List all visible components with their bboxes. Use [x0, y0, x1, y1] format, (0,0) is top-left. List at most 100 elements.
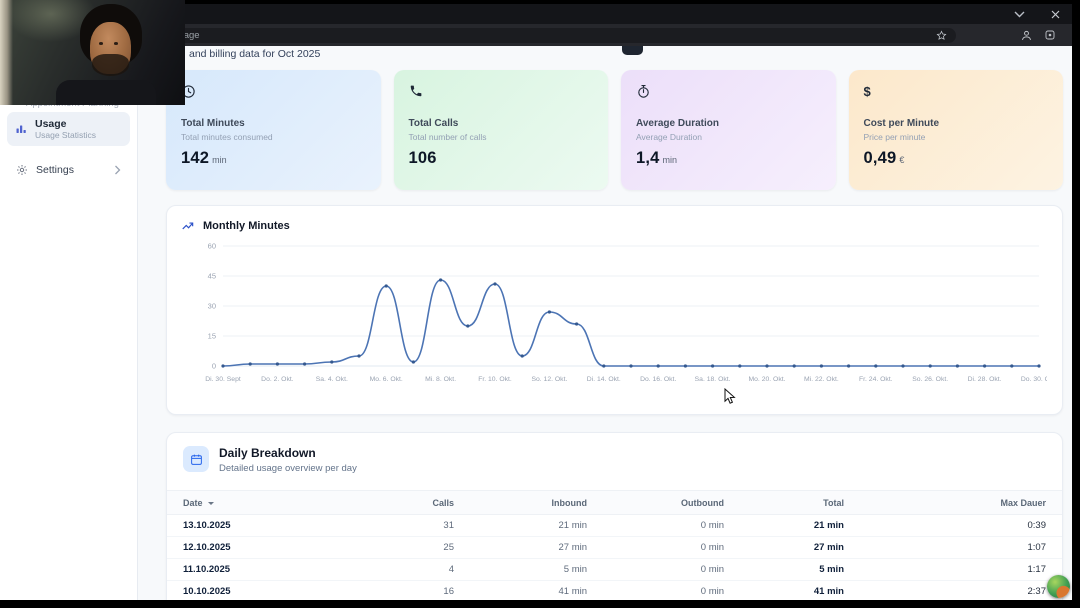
- x-tick-label: Di. 30. Sept: [205, 376, 241, 383]
- stat-title: Cost per Minute: [864, 118, 1049, 129]
- chart-point: [521, 354, 524, 357]
- chart-point: [276, 362, 279, 365]
- url-bar[interactable]: http://localhost:3001/usage: [58, 28, 956, 43]
- x-tick-label: Mo. 20. Okt.: [748, 376, 785, 383]
- x-tick-label: Do. 16. Okt.: [640, 376, 676, 383]
- x-tick-label: Fr. 10. Okt.: [478, 376, 512, 383]
- chart-point: [602, 364, 605, 367]
- table-row: 12.10.20252527 min0 min27 min1:07: [167, 537, 1062, 559]
- chart-point: [249, 362, 252, 365]
- table-cell: 0 min: [587, 586, 724, 597]
- chart-point: [385, 284, 388, 287]
- table-cell: 0 min: [587, 542, 724, 553]
- extensions-icon[interactable]: [1044, 29, 1056, 41]
- x-tick-label: So. 12. Okt.: [531, 376, 567, 383]
- table-cell: 21 min: [724, 520, 844, 531]
- table-cell: 1:07: [844, 542, 1046, 553]
- bar-chart-icon: [15, 123, 27, 135]
- table-title: Daily Breakdown: [219, 446, 357, 460]
- stat-card-total-calls: Total Calls Total number of calls 106: [394, 70, 609, 190]
- sidebar-item-usage[interactable]: Usage Usage Statistics: [7, 112, 130, 146]
- chart-point: [412, 360, 415, 363]
- monthly-minutes-card: Monthly Minutes 015304560Di. 30. SeptDo.…: [166, 205, 1063, 415]
- calendar-icon: [183, 446, 209, 472]
- stat-card-cost-per-minute: $ Cost per Minute Price per minute 0,49€: [849, 70, 1064, 190]
- chart-point: [1037, 364, 1040, 367]
- table-cell: 0 min: [587, 564, 724, 575]
- x-tick-label: Mo. 6. Okt.: [370, 376, 403, 383]
- chevron-right-icon: [114, 165, 121, 175]
- chart-point: [684, 364, 687, 367]
- stat-title: Average Duration: [636, 118, 821, 129]
- chart-point: [793, 364, 796, 367]
- gear-icon: [16, 164, 28, 176]
- sidebar-usage-label: Usage: [35, 118, 96, 130]
- sidebar-item-settings[interactable]: Settings: [7, 160, 130, 180]
- y-tick-label: 30: [208, 302, 216, 311]
- y-tick-label: 0: [212, 362, 216, 371]
- bookmark-star-icon[interactable]: [936, 30, 947, 41]
- chart-point: [1010, 364, 1013, 367]
- app-sidebar: Appointment Planning Usage Usage Statist…: [0, 46, 138, 600]
- column-header-inbound: Inbound: [454, 498, 587, 508]
- table-cell: 1:17: [844, 564, 1046, 575]
- stat-title: Total Minutes: [181, 118, 366, 129]
- chart-point: [548, 310, 551, 313]
- x-tick-label: Di. 14. Okt.: [587, 376, 621, 383]
- stopwatch-icon: [636, 84, 821, 102]
- chart-point: [629, 364, 632, 367]
- profile-icon[interactable]: [1020, 29, 1033, 42]
- stat-card-average-duration: Average Duration Average Duration 1,4min: [621, 70, 836, 190]
- app-page: Appointment Planning Usage Usage Statist…: [0, 46, 1072, 600]
- stat-value: 106: [409, 149, 594, 168]
- table-cell: 0 min: [587, 520, 724, 531]
- table-cell: 27 min: [724, 542, 844, 553]
- chart-point: [901, 364, 904, 367]
- table-header-row: DateCallsInboundOutboundTotalMax Dauer: [167, 490, 1062, 515]
- chart-point: [874, 364, 877, 367]
- chart-point: [820, 364, 823, 367]
- chart-point: [575, 322, 578, 325]
- column-header-max-dauer: Max Dauer: [844, 498, 1046, 508]
- table-cell: 5 min: [724, 564, 844, 575]
- stat-title: Total Calls: [409, 118, 594, 129]
- x-tick-label: Sa. 4. Okt.: [316, 376, 348, 383]
- stat-subtitle: Average Duration: [636, 132, 821, 142]
- x-tick-label: Mi. 22. Okt.: [804, 376, 839, 383]
- window-close-icon[interactable]: [1051, 10, 1060, 19]
- tab-search-chevron-icon[interactable]: [1014, 11, 1025, 18]
- table-row: 13.10.20253121 min0 min21 min0:39: [167, 515, 1062, 537]
- chart-point: [303, 362, 306, 365]
- table-cell: 2:37: [844, 586, 1046, 597]
- x-tick-label: So. 26. Okt.: [912, 376, 948, 383]
- chart-point: [983, 364, 986, 367]
- sidebar-usage-sublabel: Usage Statistics: [35, 130, 96, 140]
- table-cell: 11.10.2025: [183, 564, 343, 575]
- x-tick-label: Sa. 18. Okt.: [695, 376, 731, 383]
- table-cell: 21 min: [454, 520, 587, 531]
- table-cell: 5 min: [454, 564, 587, 575]
- column-header-total: Total: [724, 498, 844, 508]
- trend-up-icon: [181, 219, 195, 233]
- x-tick-label: Di. 28. Okt.: [968, 376, 1002, 383]
- y-tick-label: 15: [208, 332, 216, 341]
- table-cell: 27 min: [454, 542, 587, 553]
- sidebar-settings-label: Settings: [36, 164, 106, 176]
- chart-point: [711, 364, 714, 367]
- mouse-cursor: [724, 388, 737, 410]
- table-cell: 41 min: [454, 586, 587, 597]
- chart-point: [765, 364, 768, 367]
- table-cell: 16: [343, 586, 454, 597]
- chart-line: [223, 280, 1039, 366]
- x-tick-label: Do. 2. Okt.: [261, 376, 294, 383]
- webcam-light-strip: [0, 0, 13, 105]
- table-cell: 25: [343, 542, 454, 553]
- x-tick-label: Do. 30. Okt.: [1021, 376, 1047, 383]
- stat-subtitle: Total minutes consumed: [181, 132, 366, 142]
- stat-value: 0,49€: [864, 149, 1049, 168]
- column-header-date[interactable]: Date: [183, 498, 343, 508]
- floating-widget-logo[interactable]: [1047, 575, 1070, 598]
- partial-header-button[interactable]: [622, 46, 643, 55]
- dollar-icon: $: [864, 84, 1049, 102]
- table-body: 13.10.20253121 min0 min21 min0:3912.10.2…: [167, 515, 1062, 600]
